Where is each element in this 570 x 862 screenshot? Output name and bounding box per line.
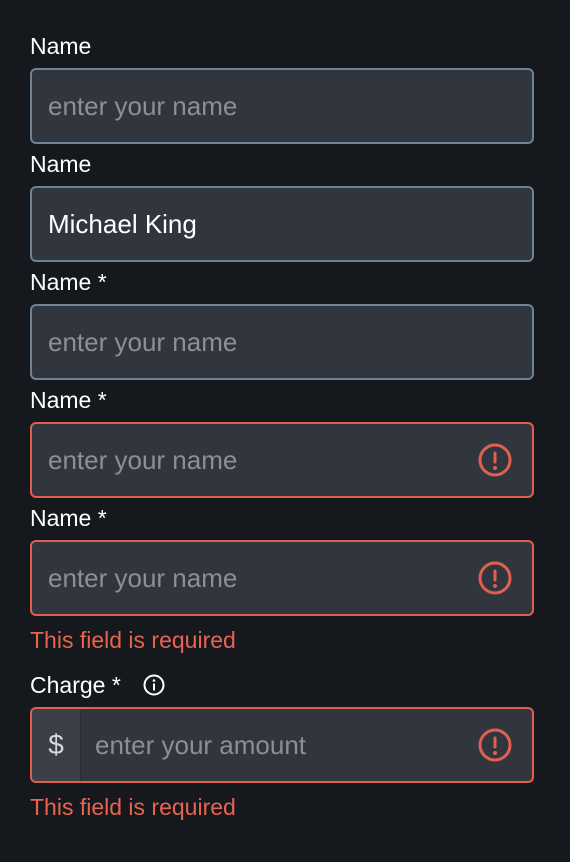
field-label: Charge * (30, 672, 121, 698)
name-input-3[interactable] (32, 306, 532, 378)
name-field-1[interactable] (30, 68, 534, 144)
name-label-1: Name (30, 32, 534, 60)
info-circle-icon[interactable] (143, 674, 165, 696)
charge-input[interactable] (81, 709, 478, 781)
error-message: This field is required (30, 627, 236, 653)
name-field-2[interactable] (30, 186, 534, 262)
name-field-5[interactable] (30, 540, 534, 616)
exclamation-circle-icon (478, 443, 512, 477)
currency-prefix: $ (32, 709, 81, 781)
charge-field[interactable]: $ (30, 707, 534, 783)
name-label-3: Name * (30, 268, 534, 296)
charge-label: Charge * (30, 671, 534, 699)
error-message: This field is required (30, 794, 236, 820)
field-label: Name * (30, 387, 107, 413)
name-input-5[interactable] (32, 542, 478, 614)
field-label: Name (30, 151, 92, 177)
name-label-2: Name (30, 150, 534, 178)
field-label: Name * (30, 269, 107, 295)
name-field-4[interactable] (30, 422, 534, 498)
field-label: Name (30, 33, 92, 59)
name-input-4[interactable] (32, 424, 478, 496)
exclamation-circle-icon (478, 561, 512, 595)
name-input-1[interactable] (32, 70, 532, 142)
name-input-2[interactable] (32, 188, 532, 260)
name-field-3[interactable] (30, 304, 534, 380)
field-label: Name * (30, 505, 107, 531)
form: Name Name Name * Name * Name * (30, 0, 534, 821)
name-label-5: Name * (30, 504, 534, 532)
name-label-4: Name * (30, 386, 534, 414)
exclamation-circle-icon (478, 728, 512, 762)
